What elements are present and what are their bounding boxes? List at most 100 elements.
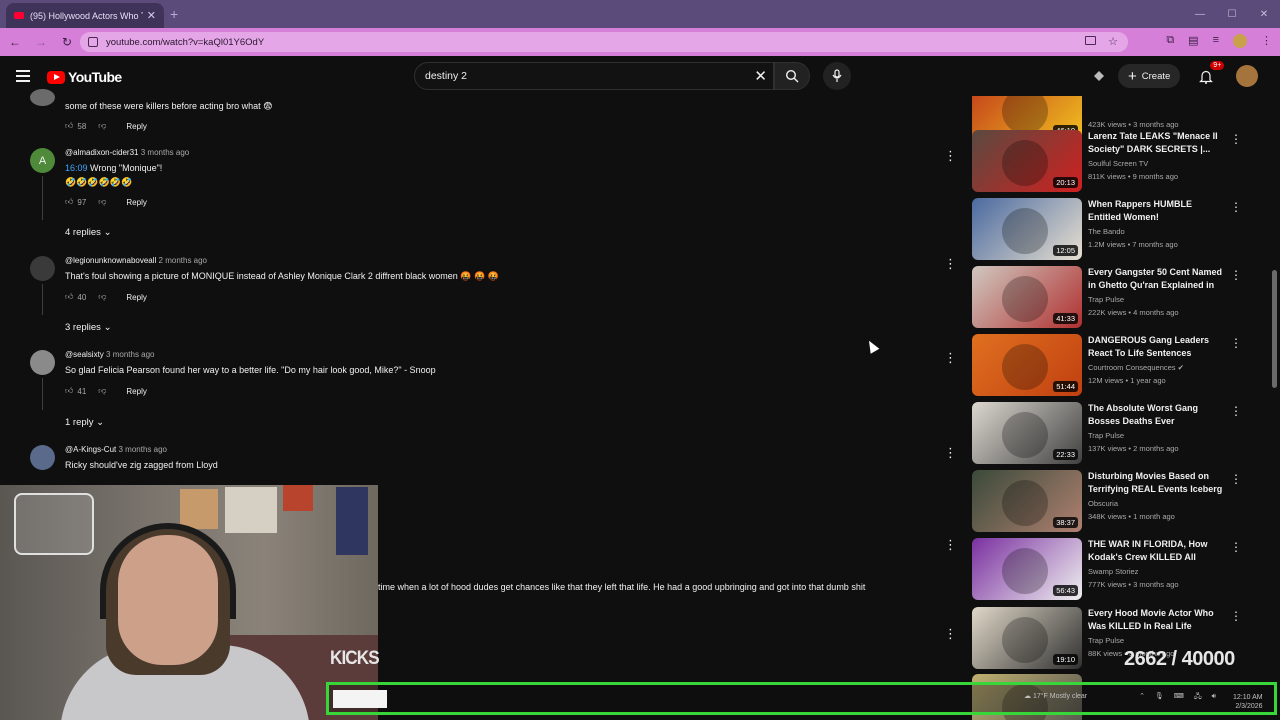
video-menu-icon[interactable]: ⋮ (1230, 336, 1242, 350)
video-thumbnail[interactable]: 41:33 (972, 266, 1082, 328)
reply-button[interactable]: Reply (126, 293, 146, 302)
create-button[interactable]: + Create (1118, 64, 1181, 88)
browser-tab[interactable]: (95) Hollywood Actors Who Tu ✕ (6, 3, 164, 28)
weather-icon[interactable]: ☁ (1024, 693, 1031, 700)
comment-handle[interactable]: @almadixon-cider31 (65, 148, 139, 157)
scrollbar-thumb[interactable] (1272, 270, 1277, 388)
video-title[interactable]: THE WAR IN FLORIDA, How Kodak's Crew KIL… (1088, 538, 1224, 564)
channel-name[interactable]: The Bando (1088, 227, 1125, 236)
video-title[interactable]: When Rappers HUMBLE Entitled Women! (1088, 198, 1224, 224)
like-icon[interactable]: 👍︎ (65, 197, 73, 207)
microphone-tray-icon[interactable]: 🎙︎ (1155, 693, 1164, 700)
comment-handle[interactable]: @sealsixty (65, 350, 104, 359)
site-info-icon[interactable] (88, 37, 98, 47)
extensions-icon[interactable]: ⧉ (1166, 34, 1174, 48)
replies-toggle[interactable]: 1 reply ⌄ (65, 417, 104, 428)
video-menu-icon[interactable]: ⋮ (1230, 609, 1242, 623)
comment-time[interactable]: 3 months ago (118, 445, 166, 454)
notifications-button[interactable]: 9+ (1196, 61, 1225, 86)
reply-button[interactable]: Reply (126, 122, 146, 131)
youtube-logo[interactable]: YouTube (47, 69, 122, 85)
recommended-video[interactable]: 41:33 Every Gangster 50 Cent Named in Ghe… (970, 266, 1260, 328)
video-thumbnail[interactable]: 51:44 (972, 334, 1082, 396)
hamburger-menu-icon[interactable] (16, 70, 30, 82)
clear-search-icon[interactable]: ✕ (754, 67, 767, 85)
forward-icon[interactable]: → (30, 31, 52, 53)
bookmark-star-icon[interactable]: ☆ (1108, 35, 1118, 48)
video-thumbnail[interactable]: 38:37 (972, 470, 1082, 532)
video-title[interactable] (1088, 96, 1224, 104)
comment-menu-icon[interactable]: ⋮ (944, 148, 957, 164)
video-title[interactable]: Larenz Tate LEAKS "Menace II Society" DA… (1088, 130, 1224, 156)
search-button[interactable] (774, 62, 810, 90)
maximize-icon[interactable]: ☐ (1216, 0, 1248, 28)
channel-name[interactable]: Courtroom Consequences ✔ (1088, 363, 1184, 372)
volume-icon[interactable]: 🔊︎ (1212, 693, 1216, 700)
recommended-video[interactable]: 56:43 THE WAR IN FLORIDA, How Kodak's Cre… (970, 538, 1260, 600)
comment-handle[interactable]: @A-Kings-Cut (65, 445, 116, 454)
like-icon[interactable]: 👍︎ (65, 292, 73, 302)
video-thumbnail[interactable]: 22:33 (972, 402, 1082, 464)
video-menu-icon[interactable]: ⋮ (1230, 540, 1242, 554)
video-title[interactable]: Every Gangster 50 Cent Named in Ghetto Q… (1088, 266, 1224, 292)
new-tab-icon[interactable]: + (170, 6, 178, 22)
channel-name[interactable]: Trap Pulse (1088, 295, 1124, 304)
url-field[interactable]: youtube.com/watch?v=kaQl01Y6OdY ☆ (80, 32, 1128, 52)
search-input[interactable]: destiny 2 ✕ (414, 62, 774, 90)
channel-name[interactable]: Swamp Storiez (1088, 567, 1138, 576)
browser-menu-icon[interactable]: ⋮ (1261, 34, 1272, 48)
video-thumbnail[interactable]: 56:43 (972, 538, 1082, 600)
reload-icon[interactable]: ↻ (56, 31, 78, 53)
comment-menu-icon[interactable]: ⋮ (944, 350, 957, 366)
commenter-avatar[interactable] (30, 256, 55, 281)
commenter-avatar[interactable]: A (30, 148, 55, 173)
voice-search-button[interactable] (823, 62, 851, 90)
chevron-up-icon[interactable]: ⌃ (1139, 693, 1145, 700)
menu-lines-icon[interactable]: ≡ (1213, 34, 1219, 48)
channel-name[interactable]: Obscuria (1088, 499, 1118, 508)
comment-menu-icon[interactable]: ⋮ (944, 445, 957, 461)
comment-menu-icon[interactable]: ⋮ (944, 626, 957, 642)
replies-toggle[interactable]: 4 replies ⌄ (65, 227, 112, 238)
recommended-video[interactable]: 22:33 The Absolute Worst Gang Bosses Deat… (970, 402, 1260, 464)
video-title[interactable]: DANGEROUS Gang Leaders React To Life Sen… (1088, 334, 1224, 360)
comment-time[interactable]: 3 months ago (106, 350, 154, 359)
video-menu-icon[interactable]: ⋮ (1230, 404, 1242, 418)
video-menu-icon[interactable]: ⋮ (1230, 200, 1242, 214)
account-avatar[interactable] (1236, 65, 1259, 87)
channel-name[interactable]: Trap Pulse (1088, 431, 1124, 440)
network-icon[interactable]: 🖧 (1194, 693, 1202, 700)
dislike-icon[interactable]: 👎︎ (98, 121, 106, 131)
channel-name[interactable]: Soulful Screen TV (1088, 159, 1148, 168)
video-title[interactable]: Disturbing Movies Based on Terrifying RE… (1088, 470, 1224, 496)
like-icon[interactable]: 👍︎ (65, 386, 73, 396)
recommended-video[interactable]: 12:05 When Rappers HUMBLE Entitled Women!… (970, 198, 1260, 260)
system-clock[interactable]: 12:10 AM 2/3/2026 (1233, 693, 1263, 711)
recommended-video[interactable]: 38:37 Disturbing Movies Based on Terrifyi… (970, 470, 1260, 532)
commenter-avatar[interactable] (30, 89, 55, 106)
recommended-video[interactable]: 20:13 Larenz Tate LEAKS "Menace II Societ… (970, 130, 1260, 192)
recommended-video[interactable]: 51:44 DANGEROUS Gang Leaders React To Lif… (970, 334, 1260, 396)
commenter-avatar[interactable] (30, 350, 55, 375)
comment-time[interactable]: 2 months ago (159, 256, 207, 265)
video-menu-icon[interactable]: ⋮ (1230, 132, 1242, 146)
install-app-icon[interactable] (1085, 36, 1096, 45)
video-title[interactable]: The Absolute Worst Gang Bosses Deaths Ev… (1088, 402, 1224, 428)
video-thumbnail[interactable]: 20:13 (972, 130, 1082, 192)
comment-time[interactable]: 3 months ago (141, 148, 189, 157)
comment-menu-icon[interactable]: ⋮ (944, 256, 957, 272)
back-icon[interactable]: ← (4, 31, 26, 53)
reply-button[interactable]: Reply (126, 387, 146, 396)
video-menu-icon[interactable]: ⋮ (1230, 268, 1242, 282)
minimize-icon[interactable]: — (1184, 0, 1216, 28)
channel-name[interactable]: Trap Pulse (1088, 636, 1124, 645)
comment-handle[interactable]: @legionunknownaboveall (65, 256, 156, 265)
like-icon[interactable]: 👍︎ (65, 121, 73, 131)
sidepanel-icon[interactable]: ▤ (1188, 34, 1198, 48)
close-tab-icon[interactable]: ✕ (147, 9, 156, 22)
reply-button[interactable]: Reply (126, 198, 146, 207)
keyboard-icon[interactable]: ⌨ (1174, 693, 1184, 700)
dislike-icon[interactable]: 👎︎ (98, 386, 106, 396)
video-thumbnail[interactable]: 12:05 (972, 198, 1082, 260)
cast-extension-icon[interactable] (1092, 69, 1106, 83)
